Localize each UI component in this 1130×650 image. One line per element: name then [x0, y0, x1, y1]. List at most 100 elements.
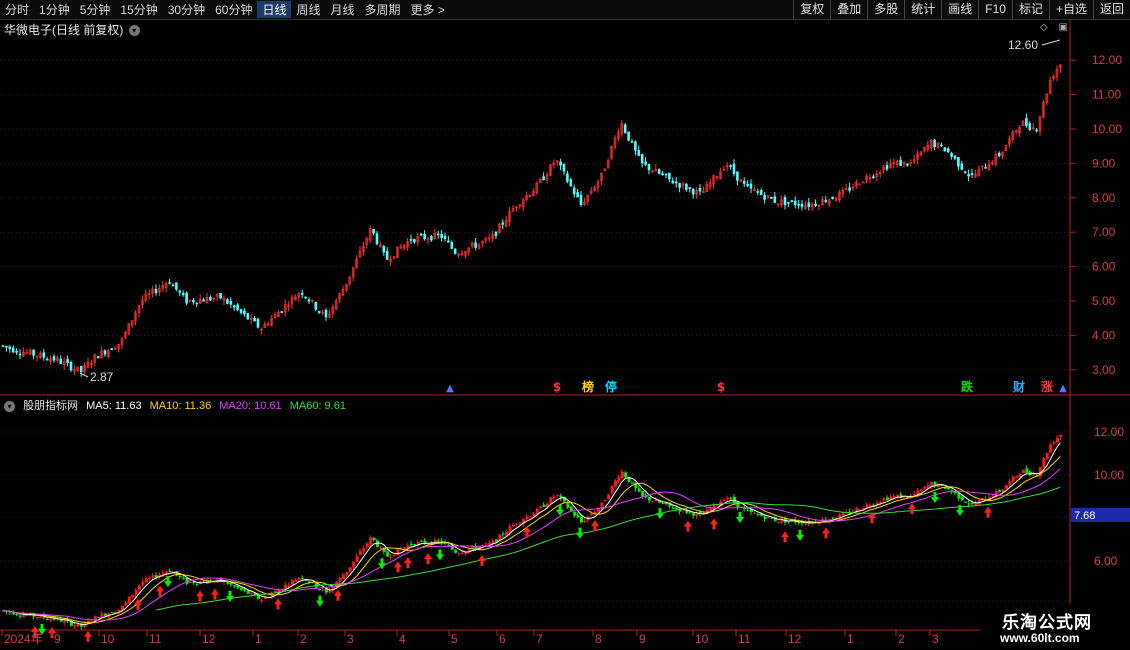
- ind-candle-body: [569, 506, 573, 511]
- ind-candle-body: [590, 513, 594, 515]
- candle-body: [59, 358, 63, 364]
- sell-arrow-icon: [164, 576, 172, 588]
- buy-arrow-icon: [404, 557, 412, 569]
- high-price-pointer: [1041, 39, 1061, 46]
- candle-body: [52, 356, 56, 361]
- candle-body: [229, 301, 233, 305]
- ind-candle-body: [631, 482, 634, 484]
- ind-candle-body: [348, 567, 352, 572]
- candle-body: [946, 148, 950, 153]
- ind-candle-body: [294, 580, 298, 582]
- ind-candle-body: [359, 551, 362, 555]
- ind-candle-body: [192, 582, 196, 584]
- sell-arrow-icon: [656, 508, 664, 520]
- ind-candle-body: [1045, 453, 1049, 459]
- candle-body: [950, 152, 953, 157]
- sell-arrow-icon: [226, 590, 234, 602]
- ind-candle-body: [352, 561, 356, 568]
- candle-body: [304, 296, 307, 299]
- ind-candle-body: [36, 616, 39, 618]
- candle-body: [1035, 129, 1038, 132]
- ind-candle-body: [1049, 444, 1053, 453]
- event-marker-4: 跌: [961, 379, 974, 394]
- ind-candle-body: [362, 548, 366, 552]
- ind-candle-body: [471, 546, 475, 549]
- candle-body: [253, 317, 256, 322]
- x-axis-label-15: 11: [738, 632, 751, 646]
- candle-body: [831, 196, 834, 200]
- x-axis-label-0: 2024年: [4, 632, 43, 646]
- ind-candle-body: [964, 501, 968, 503]
- candle-body: [749, 183, 753, 189]
- ind-candle-body: [648, 497, 651, 501]
- candle-body: [627, 131, 630, 141]
- ind-candle-body: [110, 612, 114, 614]
- ind-candle-body: [624, 472, 628, 478]
- ind-candle-body: [981, 497, 985, 499]
- ind-candle-body: [566, 502, 570, 508]
- x-axis-label-14: 10: [695, 632, 709, 646]
- candle-body: [698, 188, 702, 192]
- ind-candle-body: [49, 618, 53, 621]
- buy-arrow-icon: [424, 553, 432, 565]
- candle-body: [66, 359, 69, 363]
- candle-body: [45, 358, 49, 361]
- x-axis-label-3: 11: [149, 632, 162, 646]
- ind-candle-body: [121, 605, 124, 610]
- ind-candle-body: [189, 581, 192, 583]
- ind-candle-body: [297, 577, 301, 580]
- candle-body: [192, 299, 195, 303]
- candle-body: [756, 191, 760, 193]
- candle-body: [243, 310, 246, 315]
- candle-body: [542, 176, 545, 181]
- candle-body: [562, 164, 566, 172]
- candle-body: [906, 163, 909, 166]
- candle-body: [807, 202, 811, 207]
- main-y-tick-4: 8.00: [1092, 191, 1116, 205]
- ind-candle-body: [954, 491, 957, 494]
- watermark: 乐淘公式网 www.60lt.com: [980, 604, 1130, 650]
- candle-body: [219, 292, 222, 299]
- event-marker-6: 涨: [1041, 379, 1053, 394]
- ind-candle-body: [389, 556, 393, 558]
- ind-y-tick-0: 12.00: [1094, 425, 1124, 439]
- candle-body: [691, 188, 695, 195]
- ind-candle-body: [454, 550, 458, 553]
- candle-body: [5, 345, 8, 348]
- ind-candle-body: [46, 618, 50, 620]
- ind-candle-body: [617, 477, 621, 482]
- ind-candle-body: [967, 503, 971, 505]
- ind-candle-body: [726, 497, 730, 499]
- ind-candle-body: [141, 581, 145, 585]
- ind-candle-body: [637, 488, 641, 492]
- chart-canvas[interactable]: 12.00 11.00 10.00 9.00 8.00 7.00 6.00 5.00 4.00 3…: [0, 0, 1130, 650]
- watermark-url: www.60lt.com: [1000, 631, 1080, 645]
- candle-body: [317, 311, 321, 313]
- candle-body: [474, 242, 477, 248]
- ind-candle-body: [729, 497, 733, 499]
- ind-candle-body: [1005, 485, 1008, 489]
- candle-body: [997, 152, 1001, 157]
- ind-candle-body: [614, 480, 617, 487]
- ind-candle-body: [654, 500, 658, 502]
- candle-body: [154, 289, 158, 294]
- ind-candle-body: [73, 625, 77, 627]
- ind-candle-body: [233, 585, 237, 587]
- candle-body: [280, 311, 284, 313]
- candle-body: [226, 299, 229, 304]
- sell-arrow-icon: [576, 527, 584, 539]
- ind-candle-body: [998, 490, 1002, 492]
- ind-candle-body: [240, 587, 243, 590]
- candle-body: [96, 356, 100, 359]
- ind-candle-body: [501, 533, 505, 535]
- ind-candle-body: [461, 552, 464, 554]
- ind-candle-body: [168, 570, 172, 572]
- candle-body: [110, 348, 114, 351]
- candle-body: [623, 124, 627, 133]
- buy-arrow-icon: [710, 518, 718, 530]
- ind-candle-body: [495, 539, 498, 542]
- candle-body: [668, 172, 671, 180]
- ind-candle-body: [600, 502, 604, 508]
- candle-body: [572, 187, 576, 195]
- watermark-name: 乐淘公式网: [1002, 613, 1092, 632]
